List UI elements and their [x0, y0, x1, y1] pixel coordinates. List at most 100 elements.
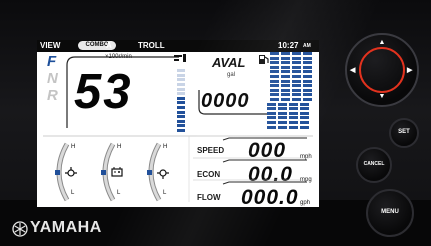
fuel-level-segment — [270, 84, 279, 88]
rpm-bar-segment — [177, 119, 185, 123]
fuel-level-segment — [278, 107, 287, 111]
aval-value: 0000 — [201, 90, 250, 112]
fuel-level-segment — [300, 125, 309, 129]
rpm-value: 53 — [74, 65, 133, 119]
fuel-level-segment — [270, 61, 279, 65]
fuel-level-segment — [292, 88, 301, 92]
readout-frames — [193, 137, 309, 185]
rpm-bar-segment — [177, 115, 185, 119]
fuel-level-segment — [281, 65, 290, 69]
fuel-level-segment — [292, 75, 301, 78]
fuel-level-segment — [300, 116, 309, 120]
trim-icon — [174, 54, 186, 62]
fuel-level-segment — [300, 121, 309, 124]
rpm-bar-segment — [177, 106, 185, 109]
fuel-level-segment — [270, 98, 279, 101]
fuel-level-segment — [300, 111, 309, 115]
cancel-button[interactable]: CANCEL — [356, 147, 392, 183]
yamaha-logo-icon — [12, 221, 28, 237]
fuel-level-segment — [289, 121, 298, 124]
fuel-level-segment — [289, 116, 298, 120]
menu-button[interactable]: MENU — [366, 189, 414, 237]
fuel-level-segment — [267, 121, 276, 124]
gauge-high-label: H — [163, 144, 168, 150]
fuel-level-grid — [267, 52, 315, 130]
fuel-level-segment — [267, 102, 276, 106]
rpm-bar-segment — [177, 101, 185, 105]
fuel-level-segment — [303, 70, 312, 74]
fuel-level-segment — [270, 88, 279, 92]
oil-pressure-icon — [157, 169, 169, 179]
fuel-level-segment — [270, 75, 279, 78]
fuel-level-segment — [303, 79, 312, 83]
engine-gauge: HL — [95, 142, 135, 202]
fuel-level-segment — [270, 79, 279, 83]
fuel-level-segment — [292, 65, 301, 69]
fuel-level-segment — [292, 70, 301, 74]
gauge-low-label: L — [163, 190, 167, 196]
fuel-level-segment — [278, 116, 287, 120]
fuel-level-segment — [278, 121, 287, 124]
engine-temperature-icon — [65, 167, 77, 177]
fuel-level-segment — [281, 84, 290, 88]
gauge-device: VIEW COMBO A TROLL 10:27 AM F N R ×100r/… — [0, 0, 431, 246]
fuel-level-segment — [281, 56, 290, 60]
fuel-level-segment — [270, 93, 279, 97]
fuel-level-segment — [303, 61, 312, 65]
fuel-level-segment — [292, 56, 301, 60]
fuel-level-segment — [281, 75, 290, 78]
fuel-level-segment — [278, 102, 287, 106]
fuel-level-segment — [300, 102, 309, 106]
arrow-right-icon[interactable]: ▶ — [407, 66, 412, 74]
fuel-level-segment — [267, 125, 276, 129]
directional-pad[interactable]: ▲ ▼ ◀ ▶ — [345, 33, 419, 107]
rpm-bar-segment — [177, 110, 185, 114]
fuel-level-segment — [289, 102, 298, 106]
fuel-level-segment — [281, 52, 290, 55]
rpm-bar-segment — [177, 83, 185, 86]
set-button[interactable]: SET — [389, 118, 419, 148]
arrow-down-icon[interactable]: ▼ — [347, 93, 417, 100]
fuel-level-segment — [303, 84, 312, 88]
battery-icon — [111, 167, 123, 177]
fuel-level-segment — [292, 52, 301, 55]
gauge-low-label: L — [117, 190, 121, 196]
rpm-bar-segment — [177, 69, 185, 73]
fuel-level-segment — [292, 93, 301, 97]
gauge-low-label: L — [71, 190, 75, 196]
menu-label: MENU — [381, 209, 399, 215]
rpm-bar-segment — [177, 124, 185, 128]
fuel-level-segment — [292, 61, 301, 65]
fuel-level-segment — [292, 84, 301, 88]
fuel-level-segment — [300, 107, 309, 111]
arrow-up-icon[interactable]: ▲ — [347, 39, 417, 46]
fuel-level-segment — [270, 70, 279, 74]
fuel-level-segment — [281, 70, 290, 74]
fuel-level-segment — [303, 56, 312, 60]
rpm-bar-segment — [177, 92, 185, 96]
engine-gauge: HL — [141, 142, 181, 202]
fuel-level-segment — [292, 79, 301, 83]
arrow-left-icon[interactable]: ◀ — [350, 66, 355, 74]
fuel-level-segment — [289, 125, 298, 129]
fuel-level-segment — [267, 111, 276, 115]
engine-gauge: HL — [49, 142, 89, 202]
rpm-bar-segment — [177, 78, 185, 82]
fuel-level-segment — [281, 88, 290, 92]
rpm-unit: ×100r/min — [105, 54, 132, 60]
fuel-level-segment — [270, 56, 279, 60]
fuel-level-segment — [267, 116, 276, 120]
fuel-level-segment — [292, 98, 301, 101]
fuel-level-segment — [267, 107, 276, 111]
fuel-level-segment — [303, 88, 312, 92]
rpm-bar-segment — [177, 129, 185, 132]
cancel-label: CANCEL — [363, 161, 385, 167]
fuel-level-segment — [289, 111, 298, 115]
rpm-bar-segment — [177, 87, 185, 91]
fuel-level-segment — [303, 93, 312, 97]
set-label: SET — [398, 129, 410, 135]
display-screen: VIEW COMBO A TROLL 10:27 AM F N R ×100r/… — [37, 40, 319, 207]
fuel-level-segment — [303, 98, 312, 101]
gauge-high-label: H — [117, 144, 122, 150]
rpm-bar-graph — [177, 66, 187, 132]
